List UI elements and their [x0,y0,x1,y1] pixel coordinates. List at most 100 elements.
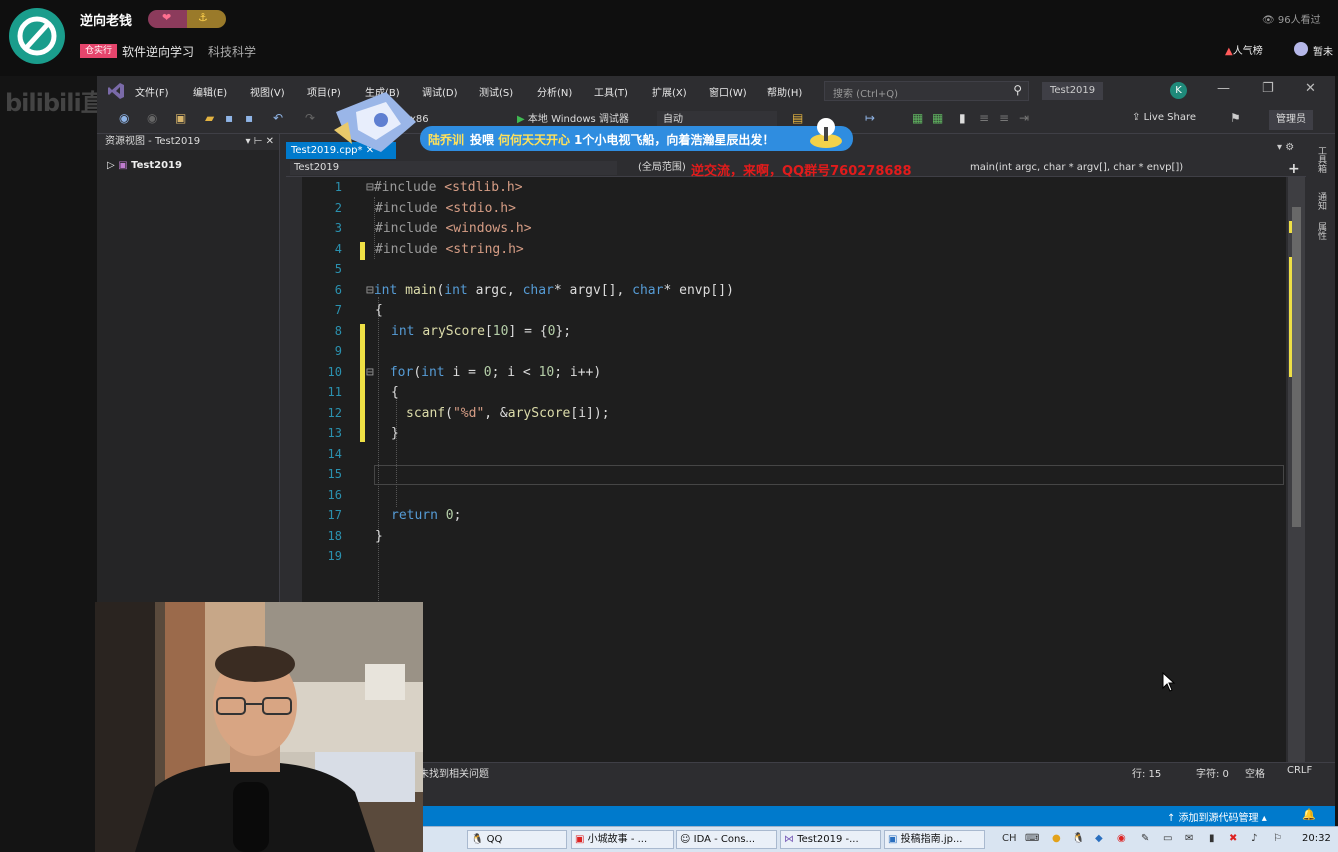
panel-controls[interactable]: ▾ ⊢ ✕ [246,134,274,150]
tv-mascot-icon [810,118,842,148]
avatar-no-sign-icon [17,16,57,56]
bell-icon[interactable]: 🔔 [1302,808,1316,821]
volume-icon[interactable]: ♪ [1251,833,1257,844]
visual-studio-logo-icon [108,83,124,99]
area-name[interactable]: 软件逆向学习 [122,43,194,60]
comment-icon[interactable]: ≡ [979,111,989,125]
tray-pen-icon[interactable]: ✎ [1141,833,1149,844]
streamer-avatar[interactable] [9,8,65,64]
issues-indicator[interactable]: 未找到相关问题 [419,765,489,780]
collapse-icon[interactable]: ⊟ [366,180,374,195]
taskbar-qq[interactable]: 🐧 QQ [467,830,567,849]
notifications-tab[interactable]: 通知 [1315,192,1328,210]
streamer-name[interactable]: 逆向老钱 [80,10,132,29]
save-all-icon[interactable]: ▪ [245,111,253,125]
collapse-icon[interactable]: ⊟ [366,365,374,380]
popularity-rank[interactable]: ▲人气榜 [1225,42,1263,57]
whitespace-indicator[interactable]: 空格 [1245,765,1265,780]
bookmark-icon[interactable]: ▮ [959,111,966,125]
menu-help[interactable]: 帮助(H) [767,84,802,99]
tray-alert-icon[interactable]: ✖ [1229,833,1237,844]
ime-indicator[interactable]: CH [1002,833,1017,844]
project-dropdown[interactable]: Test2019 [290,161,617,175]
undo-icon[interactable]: ↶ [273,111,283,125]
save-icon[interactable]: ▪ [225,111,233,125]
open-folder-icon[interactable]: ▰ [205,111,214,125]
task-label: Test2019 -... [797,834,859,845]
forward-icon[interactable]: ◉ [147,111,157,125]
tray-chat-icon[interactable]: ✉ [1185,833,1193,844]
tray-signal-icon[interactable]: ▮ [1209,833,1215,844]
scroll-thumb[interactable] [1292,207,1301,527]
live-share-button[interactable]: ⇪ Live Share [1132,112,1196,123]
line-number: 13 [327,426,342,440]
line-number: 14 [327,447,342,461]
menu-tools[interactable]: 工具(T) [594,84,628,99]
toolbox-tab[interactable]: 工具箱 [1315,146,1328,173]
change-mark [1289,257,1292,377]
viewer-count-text: 96人看过 [1277,15,1321,26]
token: "%d" [452,406,485,421]
token: aryScore [422,324,485,339]
token: 10 [492,324,509,339]
search-input[interactable]: 搜索 (Ctrl+Q) ⚲ [824,81,1029,101]
notification-label[interactable]: 暂未 [1313,43,1333,58]
account-avatar[interactable]: K [1170,82,1187,99]
menu-view[interactable]: 视图(V) [250,84,285,99]
line-ending-indicator[interactable]: CRLF [1287,765,1312,776]
code-line-18: } [375,529,383,544]
category-name[interactable]: 科技科学 [208,43,256,60]
bookmark-prev-icon[interactable]: ▦ [932,111,943,125]
menu-edit[interactable]: 编辑(E) [193,84,227,99]
tab-dropdown-icon[interactable]: ▾ ⚙ [1277,142,1294,153]
menu-debug[interactable]: 调试(D) [422,84,458,99]
menu-test[interactable]: 测试(S) [479,84,513,99]
tray-qq-icon[interactable]: 🐧 [1072,833,1084,844]
task-label: QQ [486,834,503,845]
code-editor[interactable]: 1 2 3 4 5 6 7 8 9 10 11 12 13 14 15 16 1… [302,177,1286,762]
vertical-scrollbar[interactable] [1288,177,1305,762]
menu-extensions[interactable]: 扩展(X) [652,84,687,99]
tree-item-project[interactable]: ▷ ▣ Test2019 [107,160,182,171]
tray-app-icon[interactable]: ● [1052,833,1061,844]
redo-icon[interactable]: ↷ [305,111,315,125]
line-number: 16 [327,488,342,502]
uncomment-icon[interactable]: ≡ [999,111,1009,125]
feedback-icon[interactable]: ⚑ [1230,111,1241,125]
add-to-source-control-button[interactable]: ↑ 添加到源代码管理 ▴ [1167,809,1267,824]
scope-dropdown[interactable]: (全局范围) [638,161,686,175]
new-project-icon[interactable]: ▣ [175,111,186,125]
user-avatar-small[interactable] [1294,42,1308,56]
line-number: 3 [334,221,342,235]
step-icon[interactable]: ↦ [865,111,875,125]
menu-file[interactable]: 文件(F) [135,84,169,99]
code-line-3: #include <windows.h> [375,221,532,236]
tray-network-icon[interactable]: ◆ [1095,833,1103,844]
taskbar-ida[interactable]: ☺ IDA - Cons... [676,830,777,849]
menu-window[interactable]: 窗口(W) [709,84,747,99]
taskbar-image[interactable]: ▣ 投稿指南.jp... [884,830,985,849]
minimize-icon[interactable]: — [1217,81,1230,96]
taskbar-visual-studio[interactable]: ⋈ Test2019 -... [780,830,881,849]
split-add-icon[interactable]: + [1288,161,1300,177]
menu-analyze[interactable]: 分析(N) [537,84,572,99]
restore-icon[interactable]: ❐ [1262,81,1274,96]
play-icon: ▶ [517,114,525,125]
taskbar-music[interactable]: ▣ 小城故事 - ... [571,830,674,849]
hot-reload-icon[interactable]: ▤ [792,111,803,125]
fan-badge[interactable] [148,10,226,28]
indent-icon[interactable]: ⇥ [1019,111,1029,125]
heart-icon: ❤ [162,11,172,24]
keyboard-icon[interactable]: ⌨ [1025,833,1039,844]
bookmark-next-icon[interactable]: ▦ [912,111,923,125]
back-icon[interactable]: ◉ [119,111,129,125]
properties-tab[interactable]: 属性 [1315,222,1328,240]
close-icon[interactable]: ✕ [1305,81,1316,96]
tray-monitor-icon[interactable]: ▭ [1163,833,1172,844]
tray-flag-icon[interactable]: ⚐ [1273,833,1282,844]
tray-security-icon[interactable]: ◉ [1117,833,1126,844]
line-number: 12 [327,406,342,420]
token: <windows.h> [445,221,532,236]
collapse-icon[interactable]: ⊟ [366,283,374,298]
member-dropdown[interactable]: main(int argc, char * argv[], char * env… [970,161,1285,175]
